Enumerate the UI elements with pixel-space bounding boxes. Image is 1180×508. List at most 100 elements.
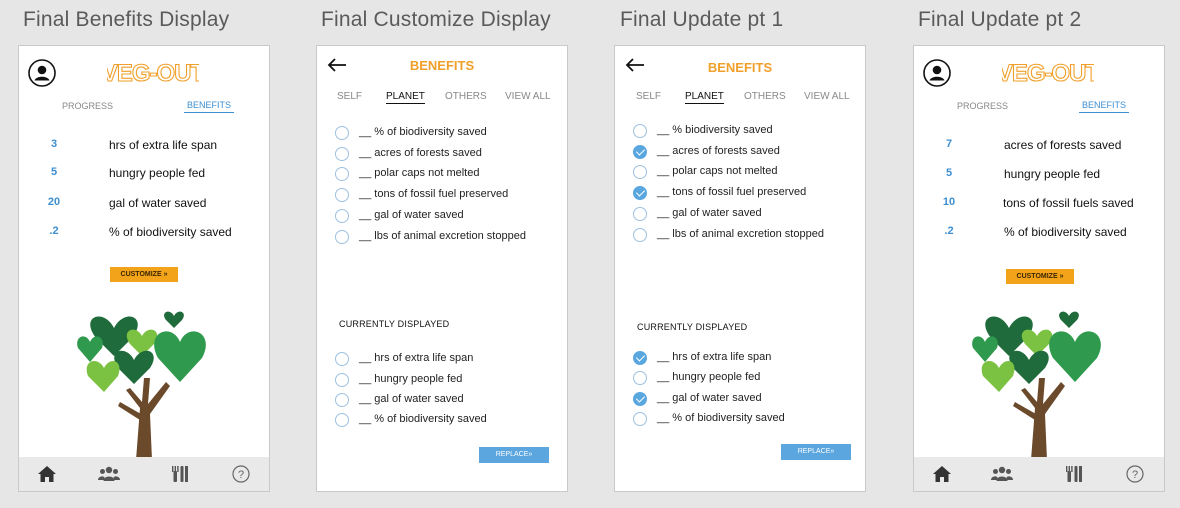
benefit-stat-row: .2 % of biodiversity saved <box>19 225 269 241</box>
people-icon[interactable] <box>98 465 120 483</box>
option-label: __ gal of water saved <box>359 393 464 405</box>
svg-text:?: ? <box>238 469 244 481</box>
option-label: __ acres of forests saved <box>359 147 482 159</box>
customize-button[interactable]: CUSTOMIZE » <box>1006 269 1074 284</box>
radio-button[interactable] <box>633 165 647 179</box>
tab-planet[interactable]: PLANET <box>685 91 724 104</box>
radio-button[interactable] <box>335 393 349 407</box>
benefit-value: .2 <box>49 225 59 237</box>
radio-button[interactable] <box>633 124 647 138</box>
benefit-value: .2 <box>944 225 954 237</box>
radio-button-checked[interactable] <box>633 186 647 200</box>
category-tabs: SELF PLANET OTHERS VIEW ALL <box>615 91 865 105</box>
tab-progress[interactable]: PROGRESS <box>957 101 1008 111</box>
tab-others[interactable]: OTHERS <box>744 91 786 102</box>
benefit-value: 5 <box>50 166 58 178</box>
option-label: __ hrs of extra life span <box>359 352 474 364</box>
benefit-label: gal of water saved <box>109 196 207 210</box>
option-label: __ lbs of animal excretion stopped <box>657 228 824 240</box>
tab-benefits[interactable]: BENEFITS <box>184 100 235 113</box>
option-label: __ % biodiversity saved <box>657 124 773 136</box>
tab-view-all[interactable]: VIEW ALL <box>804 91 850 102</box>
option-label: __ hungry people fed <box>657 371 761 383</box>
benefit-stat-row: 3 hrs of extra life span <box>19 138 269 154</box>
radio-button[interactable] <box>633 207 647 221</box>
radio-button[interactable] <box>335 126 349 140</box>
currently-displayed-heading: CURRENTLY DISPLAYED <box>339 319 450 329</box>
option-label: __ tons of fossil fuel preserved <box>359 188 509 200</box>
tab-progress[interactable]: PROGRESS <box>62 101 113 111</box>
board-title-customize-display: Final Customize Display <box>321 8 551 31</box>
radio-button[interactable] <box>335 167 349 181</box>
utensils-icon[interactable] <box>1064 465 1084 483</box>
profile-avatar-icon[interactable] <box>923 59 951 87</box>
help-icon[interactable]: ? <box>231 465 251 483</box>
benefit-label: hungry people fed <box>1004 167 1101 181</box>
tab-self[interactable]: SELF <box>337 91 362 102</box>
tab-benefits[interactable]: BENEFITS <box>1079 100 1130 113</box>
option-label: __ hungry people fed <box>359 373 463 385</box>
board-title-update-pt1: Final Update pt 1 <box>620 8 784 31</box>
tab-others[interactable]: OTHERS <box>445 91 487 102</box>
option-label: __ tons of fossil fuel preserved <box>657 186 807 198</box>
tab-view-all[interactable]: VIEW ALL <box>505 91 551 102</box>
profile-avatar-icon[interactable] <box>28 59 56 87</box>
progress-benefits-tabs: PROGRESS BENEFITS <box>19 100 269 117</box>
radio-button[interactable] <box>335 413 349 427</box>
bottom-nav-bar: ? <box>914 457 1164 491</box>
tree-of-hearts-illustration <box>77 311 206 460</box>
radio-button[interactable] <box>633 228 647 242</box>
radio-button[interactable] <box>633 412 647 426</box>
radio-button[interactable] <box>335 230 349 244</box>
option-label: __ gal of water saved <box>657 392 762 404</box>
benefit-label: hungry people fed <box>109 166 206 180</box>
utensils-icon[interactable] <box>170 465 190 483</box>
category-tabs: SELF PLANET OTHERS VIEW ALL <box>317 91 567 105</box>
radio-button[interactable] <box>335 209 349 223</box>
svg-text:VEG-OUT: VEG-OUT <box>1002 60 1094 87</box>
radio-button[interactable] <box>335 188 349 202</box>
board-title-update-pt2: Final Update pt 2 <box>918 8 1082 31</box>
benefit-stat-row: 5 hungry people fed <box>914 167 1164 183</box>
currently-displayed-heading: CURRENTLY DISPLAYED <box>637 322 748 332</box>
replace-button[interactable]: REPLACE» <box>479 447 549 463</box>
help-icon[interactable]: ? <box>1125 465 1145 483</box>
radio-button-checked[interactable] <box>633 145 647 159</box>
tab-planet[interactable]: PLANET <box>386 91 425 104</box>
update-pt1-frame: BENEFITS SELF PLANET OTHERS VIEW ALL __ … <box>614 45 866 492</box>
svg-text:VEG-OUT: VEG-OUT <box>107 60 199 87</box>
benefit-value: 10 <box>942 196 956 208</box>
customize-button[interactable]: CUSTOMIZE » <box>110 267 178 282</box>
customize-display-frame: BENEFITS SELF PLANET OTHERS VIEW ALL __ … <box>316 45 568 492</box>
benefit-label: % of biodiversity saved <box>109 225 232 239</box>
option-label: __ % of biodiversity saved <box>359 413 487 425</box>
veg-out-logo: VEG-OUT <box>1002 59 1094 87</box>
home-icon[interactable] <box>932 465 952 483</box>
home-icon[interactable] <box>37 465 57 483</box>
benefit-stat-row: 20 gal of water saved <box>19 196 269 212</box>
option-label: __ gal of water saved <box>657 207 762 219</box>
progress-benefits-tabs: PROGRESS BENEFITS <box>914 100 1164 117</box>
update-pt2-frame: VEG-OUT PROGRESS BENEFITS 7 acres of for… <box>913 45 1165 492</box>
benefit-stat-row: 7 acres of forests saved <box>914 138 1164 154</box>
tree-of-hearts-illustration <box>972 311 1101 460</box>
radio-button[interactable] <box>335 147 349 161</box>
option-label: __ hrs of extra life span <box>657 351 772 363</box>
svg-text:?: ? <box>1132 469 1138 481</box>
radio-button[interactable] <box>633 371 647 385</box>
tab-self[interactable]: SELF <box>636 91 661 102</box>
radio-button[interactable] <box>335 352 349 366</box>
radio-button[interactable] <box>335 373 349 387</box>
radio-button-checked[interactable] <box>633 351 647 365</box>
option-label: __ % of biodiversity saved <box>359 126 487 138</box>
option-label: __ lbs of animal excretion stopped <box>359 230 526 242</box>
benefit-stat-row: .2 % of biodiversity saved <box>914 225 1164 241</box>
people-icon[interactable] <box>991 465 1013 483</box>
benefit-value: 5 <box>945 167 953 179</box>
radio-button-checked[interactable] <box>633 392 647 406</box>
benefit-label: tons of fossil fuels saved <box>1003 196 1134 210</box>
benefit-value: 3 <box>50 138 58 150</box>
replace-button[interactable]: REPLACE» <box>781 444 851 460</box>
benefit-value: 7 <box>945 138 953 150</box>
veg-out-logo: VEG-OUT <box>107 59 199 87</box>
